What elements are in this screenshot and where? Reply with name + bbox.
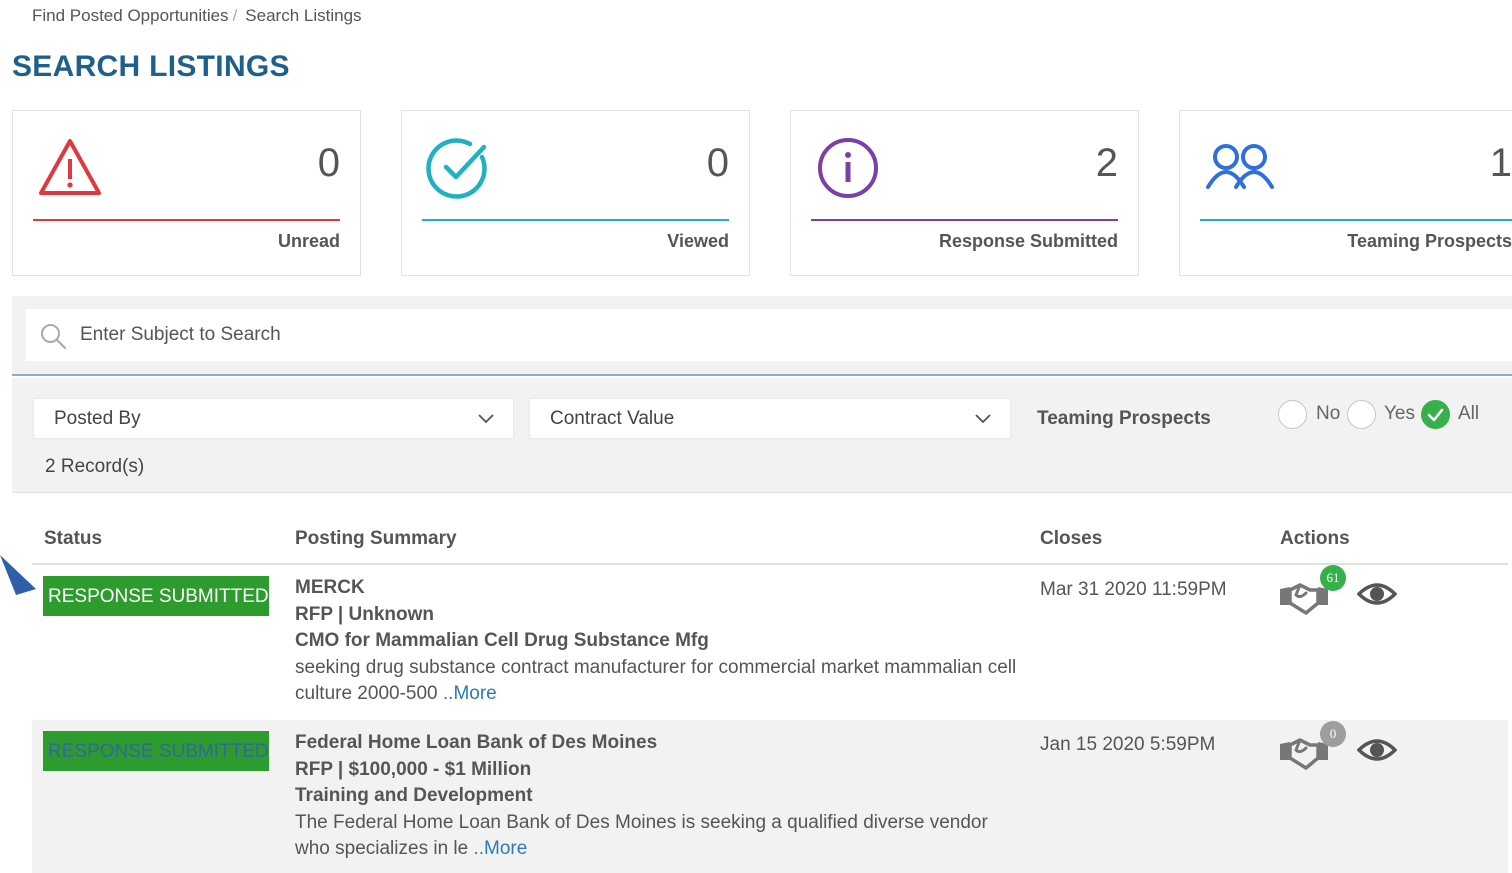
- filter-panel: Posted By Contract Value Teaming Prospec…: [12, 378, 1512, 493]
- eye-icon[interactable]: [1357, 579, 1397, 609]
- chevron-down-icon: [478, 414, 494, 424]
- radio-yes-label[interactable]: Yes: [1384, 403, 1415, 425]
- radio-yes[interactable]: [1347, 400, 1376, 429]
- posting-organization: MERCK: [295, 577, 365, 598]
- info-circle-icon: [818, 138, 878, 198]
- posting-title[interactable]: CMO for Mammalian Cell Drug Substance Mf…: [295, 628, 1025, 655]
- breadcrumb-item-find-posted[interactable]: Find Posted Opportunities: [32, 6, 229, 25]
- teaming-prospects-count: 1: [1489, 141, 1512, 185]
- column-header-closes: Closes: [1040, 528, 1103, 549]
- posting-summary: Federal Home Loan Bank of Des Moines RFP…: [295, 730, 1025, 863]
- card-divider: [1200, 219, 1512, 221]
- column-header-actions: Actions: [1280, 528, 1350, 549]
- users-icon: [1206, 144, 1274, 189]
- posting-description: seeking drug substance contract manufact…: [295, 655, 1025, 708]
- table-row[interactable]: RESPONSE SUBMITTED MERCK RFP | Unknown C…: [32, 565, 1508, 718]
- more-link[interactable]: ..More: [443, 683, 497, 704]
- unread-count: 0: [317, 141, 340, 185]
- radio-no-label[interactable]: No: [1316, 403, 1340, 425]
- card-divider: [33, 219, 340, 221]
- search-box: [26, 309, 1512, 361]
- posted-by-select[interactable]: Posted By: [33, 398, 514, 439]
- radio-no[interactable]: [1278, 400, 1307, 429]
- viewed-count: 0: [706, 141, 729, 185]
- eye-icon[interactable]: [1357, 735, 1397, 765]
- posting-type: RFP | Unknown: [295, 603, 435, 625]
- card-divider: [422, 219, 729, 221]
- warning-triangle-icon: [39, 139, 101, 195]
- record-count: 2 Record(s): [45, 456, 145, 477]
- status-badge: RESPONSE SUBMITTED: [43, 731, 269, 771]
- response-submitted-label: Response Submitted: [938, 231, 1118, 251]
- pointer-arrow-icon: [0, 555, 36, 595]
- contract-value-select[interactable]: Contract Value: [529, 398, 1011, 439]
- teaming-count-badge: 0: [1320, 721, 1346, 747]
- card-response-submitted[interactable]: 2 Response Submitted: [790, 110, 1139, 276]
- teaming-prospects-filter-label: Teaming Prospects: [1037, 408, 1211, 429]
- posting-description: The Federal Home Loan Bank of Des Moines…: [295, 810, 1025, 863]
- closes-date: Mar 31 2020 11:59PM: [1040, 579, 1227, 600]
- posted-by-value: Posted By: [54, 408, 141, 429]
- chevron-down-icon: [975, 414, 991, 424]
- posting-description-text: seeking drug substance contract manufact…: [295, 656, 1017, 705]
- checkmark-icon: [1427, 408, 1444, 422]
- card-unread[interactable]: 0 Unread: [12, 110, 361, 276]
- search-input[interactable]: [80, 317, 980, 353]
- column-header-status: Status: [44, 528, 103, 549]
- closes-date: Jan 15 2020 5:59PM: [1040, 734, 1216, 755]
- card-viewed[interactable]: 0 Viewed: [401, 110, 750, 276]
- breadcrumb: Find Posted Opportunities / Search Listing…: [32, 6, 362, 26]
- viewed-label: Viewed: [667, 231, 729, 251]
- unread-label: Unread: [277, 231, 340, 251]
- posting-summary: MERCK RFP | Unknown CMO for Mammalian Ce…: [295, 575, 1025, 708]
- response-submitted-count: 2: [1095, 141, 1118, 185]
- posting-description-text: The Federal Home Loan Bank of Des Moines…: [295, 811, 988, 860]
- page-title: SEARCH LISTINGS: [12, 50, 290, 83]
- radio-all-label[interactable]: All: [1458, 403, 1479, 425]
- card-teaming-prospects[interactable]: 1 Teaming Prospects: [1179, 110, 1512, 276]
- posting-organization: Federal Home Loan Bank of Des Moines: [295, 732, 658, 753]
- table-row[interactable]: RESPONSE SUBMITTED Federal Home Loan Ban…: [32, 720, 1508, 873]
- contract-value-value: Contract Value: [550, 408, 675, 429]
- check-circle-icon: [426, 138, 487, 199]
- posting-type: RFP | $100,000 - $1 Million: [295, 758, 532, 780]
- teaming-prospects-label: Teaming Prospects: [1347, 231, 1512, 251]
- status-badge: RESPONSE SUBMITTED: [43, 576, 269, 616]
- column-header-posting-summary: Posting Summary: [295, 528, 457, 549]
- breadcrumb-item-search-listings[interactable]: Search Listings: [245, 6, 361, 25]
- card-divider: [811, 219, 1118, 221]
- teaming-count-badge: 61: [1320, 565, 1346, 591]
- breadcrumb-separator: /: [232, 6, 238, 25]
- search-icon: [41, 324, 66, 349]
- more-link[interactable]: ..More: [473, 838, 527, 859]
- radio-all[interactable]: [1421, 400, 1450, 429]
- search-panel: [12, 296, 1512, 376]
- posting-title[interactable]: Training and Development: [295, 783, 1025, 810]
